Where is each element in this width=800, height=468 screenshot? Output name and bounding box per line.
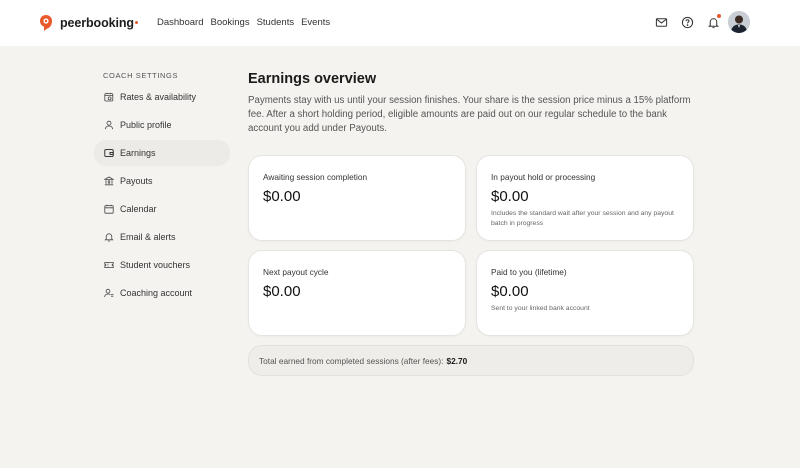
card-label: Next payout cycle [263,267,329,277]
sidebar-item-label: Payouts [120,176,153,186]
card-note: Includes the standard wait after your se… [491,210,674,227]
nav-dashboard[interactable]: Dashboard [157,17,203,28]
bank-icon [104,176,114,186]
sidebar-item-earnings[interactable]: Earnings [94,140,230,166]
card-value: $0.00 [491,283,529,300]
card-next-payout: Next payout cycle $0.00 [248,250,466,336]
sidebar-heading: COACH SETTINGS [103,71,179,80]
user-settings-icon [104,288,114,298]
mail-icon[interactable] [654,15,668,29]
ticket-icon [104,260,114,270]
brand-dot [134,20,138,24]
total-earned-label: Total earned from completed sessions (af… [259,355,444,366]
sidebar-item-public-profile[interactable]: Public profile [94,112,230,138]
card-label: Paid to you (lifetime) [491,267,567,277]
card-awaiting-completion: Awaiting session completion $0.00 [248,155,466,241]
sidebar-item-coaching-account[interactable]: Coaching account [94,280,230,306]
sidebar-item-email-alerts[interactable]: Email & alerts [94,224,230,250]
wallet-icon [104,148,114,158]
card-value: $0.00 [263,283,301,300]
help-icon[interactable] [680,15,694,29]
sidebar-item-label: Email & alerts [120,232,176,242]
card-value: $0.00 [263,188,301,205]
sidebar-item-label: Public profile [120,120,172,130]
logo-icon [40,15,52,31]
page-title: Earnings overview [248,71,377,87]
sidebar-item-label: Earnings [120,148,156,158]
user-icon [104,120,114,130]
sidebar-item-student-vouchers[interactable]: Student vouchers [94,252,230,278]
nav-events[interactable]: Events [301,17,330,28]
sidebar-item-label: Rates & availability [120,92,197,102]
main-nav: Dashboard Bookings Students Events [157,17,330,28]
nav-bookings[interactable]: Bookings [210,17,249,28]
card-paid-lifetime: Paid to you (lifetime) $0.00 Sent to you… [476,250,694,336]
top-bar: peerbooking Dashboard Bookings Students … [0,0,800,46]
notification-dot [717,14,721,18]
sidebar-nav: Rates & availability Public profile Earn… [94,84,230,308]
bell-icon [104,232,114,242]
card-payout-hold: In payout hold or processing $0.00 Inclu… [476,155,694,241]
page-description: Payments stay with us until your session… [248,95,691,134]
total-earned-bar: Total earned from completed sessions (af… [248,345,694,376]
bell-icon[interactable] [706,14,721,29]
brand-name: peerbooking [60,16,134,30]
card-label: In payout hold or processing [491,172,596,182]
sidebar-item-rates[interactable]: Rates & availability [94,84,230,110]
calendar-icon [104,204,114,214]
avatar[interactable] [728,11,750,33]
nav-students[interactable]: Students [257,17,295,28]
sidebar-item-calendar[interactable]: Calendar [94,196,230,222]
sidebar-item-label: Coaching account [120,288,193,298]
total-earned-amount: $2.70 [446,355,468,366]
calendar-clock-icon [104,92,114,102]
sidebar-item-label: Calendar [120,204,157,214]
card-label: Awaiting session completion [263,172,368,182]
card-value: $0.00 [491,188,529,205]
brand-logo[interactable]: peerbooking [39,14,138,32]
sidebar-item-payouts[interactable]: Payouts [94,168,230,194]
sidebar-item-label: Student vouchers [120,260,191,270]
card-note: Sent to your linked bank account [491,305,590,312]
